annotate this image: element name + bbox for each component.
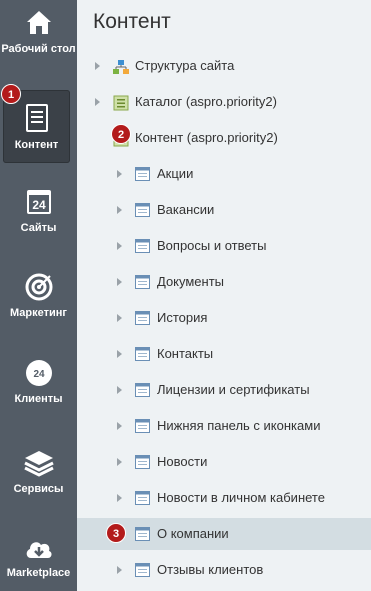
tree-item-label: Акции xyxy=(157,166,194,181)
sidebar-item-marketplace[interactable]: Marketplace xyxy=(0,536,77,580)
tree-item-label: Новости xyxy=(157,454,208,469)
cloud-24-icon: 24 xyxy=(25,360,52,386)
window-icon xyxy=(135,527,150,541)
calendar-24-icon: 24 xyxy=(26,190,51,214)
tree-item-label: Отзывы клиентов xyxy=(157,562,264,577)
expand-arrow-icon[interactable] xyxy=(117,458,122,466)
tree-item-akcii[interactable]: Акции xyxy=(77,158,371,190)
expand-arrow-icon[interactable] xyxy=(117,350,122,358)
window-icon xyxy=(135,491,150,505)
target-icon xyxy=(25,273,52,301)
sidebar-item-services[interactable]: Сервисы xyxy=(0,448,77,496)
svg-text:24: 24 xyxy=(33,369,45,380)
expand-arrow-icon[interactable] xyxy=(117,566,122,574)
window-icon xyxy=(135,167,150,181)
folder-list-icon xyxy=(113,95,129,111)
tree-item-label: Новости в личном кабинете xyxy=(157,490,325,505)
tree-item-label: О компании xyxy=(157,526,229,541)
svg-text:24: 24 xyxy=(32,198,46,212)
step-badge-1: 1 xyxy=(1,84,21,104)
sidebar-item-sites[interactable]: 24 Сайты xyxy=(0,187,77,235)
step-badge-2: 2 xyxy=(111,124,131,144)
sidebar-item-label: Маркетинг xyxy=(10,307,67,319)
expand-arrow-icon[interactable] xyxy=(117,170,122,178)
tree-item-label: Контакты xyxy=(157,346,214,361)
tree-item-label: Лицензии и сертификаты xyxy=(157,382,310,397)
expand-arrow-icon[interactable] xyxy=(117,314,122,322)
site-structure-icon xyxy=(113,60,129,74)
sidebar-item-label: Клиенты xyxy=(14,393,63,405)
window-icon xyxy=(135,347,150,361)
layers-icon xyxy=(23,451,54,477)
tree-item-licenses[interactable]: Лицензии и сертификаты xyxy=(77,374,371,406)
sidebar-item-label: Сайты xyxy=(20,222,57,234)
sidebar-item-desktop[interactable]: Рабочий стол xyxy=(0,8,77,56)
expand-arrow-icon[interactable] xyxy=(117,206,122,214)
window-icon xyxy=(135,419,150,433)
window-icon xyxy=(135,455,150,469)
expand-arrow-icon[interactable] xyxy=(95,62,100,70)
expand-arrow-icon[interactable] xyxy=(95,98,100,106)
expand-arrow-icon[interactable] xyxy=(117,242,122,250)
tree-item-bottom-panel[interactable]: Нижняя панель с иконками xyxy=(77,410,371,442)
tree-item-label: Нижняя панель с иконками xyxy=(157,418,321,433)
tree-item-site-structure[interactable]: Структура сайта xyxy=(77,50,371,82)
sidebar-item-label: Рабочий стол xyxy=(1,43,76,55)
tree-item-label: История xyxy=(157,310,208,325)
tree-item-label: Контент (aspro.priority2) xyxy=(135,130,278,145)
sidebar-item-clients[interactable]: 24 Клиенты xyxy=(0,358,77,406)
window-icon xyxy=(135,563,150,577)
tree-item-news-cabinet[interactable]: Новости в личном кабинете xyxy=(77,482,371,514)
cloud-download-icon xyxy=(26,542,52,558)
sidebar-item-label: Сервисы xyxy=(13,483,64,495)
tree-item-contacts[interactable]: Контакты xyxy=(77,338,371,370)
home-icon xyxy=(26,11,51,34)
tree-item-catalog[interactable]: Каталог (aspro.priority2) xyxy=(77,86,371,118)
tree-item-label: Документы xyxy=(157,274,225,289)
step-badge-3: 3 xyxy=(106,523,126,543)
tree-item-label: Структура сайта xyxy=(135,58,235,73)
expand-arrow-icon[interactable] xyxy=(117,386,122,394)
window-icon xyxy=(135,239,150,253)
sidebar-item-label: Контент xyxy=(14,139,59,151)
window-icon xyxy=(135,275,150,289)
window-icon xyxy=(135,311,150,325)
expand-arrow-icon[interactable] xyxy=(117,278,122,286)
tree-item-label: Вопросы и ответы xyxy=(157,238,267,253)
sidebar-item-marketing[interactable]: Маркетинг xyxy=(0,272,77,320)
tree-item-reviews[interactable]: Отзывы клиентов xyxy=(77,554,371,586)
window-icon xyxy=(135,203,150,217)
tree-item-history[interactable]: История xyxy=(77,302,371,334)
page-title: Контент xyxy=(93,10,171,33)
tree-item-faq[interactable]: Вопросы и ответы xyxy=(77,230,371,262)
tree-item-label: Вакансии xyxy=(157,202,215,217)
tree-item-vakansii[interactable]: Вакансии xyxy=(77,194,371,226)
expand-arrow-icon[interactable] xyxy=(117,494,122,502)
document-icon xyxy=(25,104,48,132)
content-panel: Контент Структура сайта Каталог (aspro.p… xyxy=(77,0,371,591)
tree-item-label: Каталог (aspro.priority2) xyxy=(135,94,277,109)
expand-arrow-icon[interactable] xyxy=(117,422,122,430)
window-icon xyxy=(135,383,150,397)
sidebar-item-label: Marketplace xyxy=(6,567,71,579)
tree-item-news[interactable]: Новости xyxy=(77,446,371,478)
tree-item-documents[interactable]: Документы xyxy=(77,266,371,298)
